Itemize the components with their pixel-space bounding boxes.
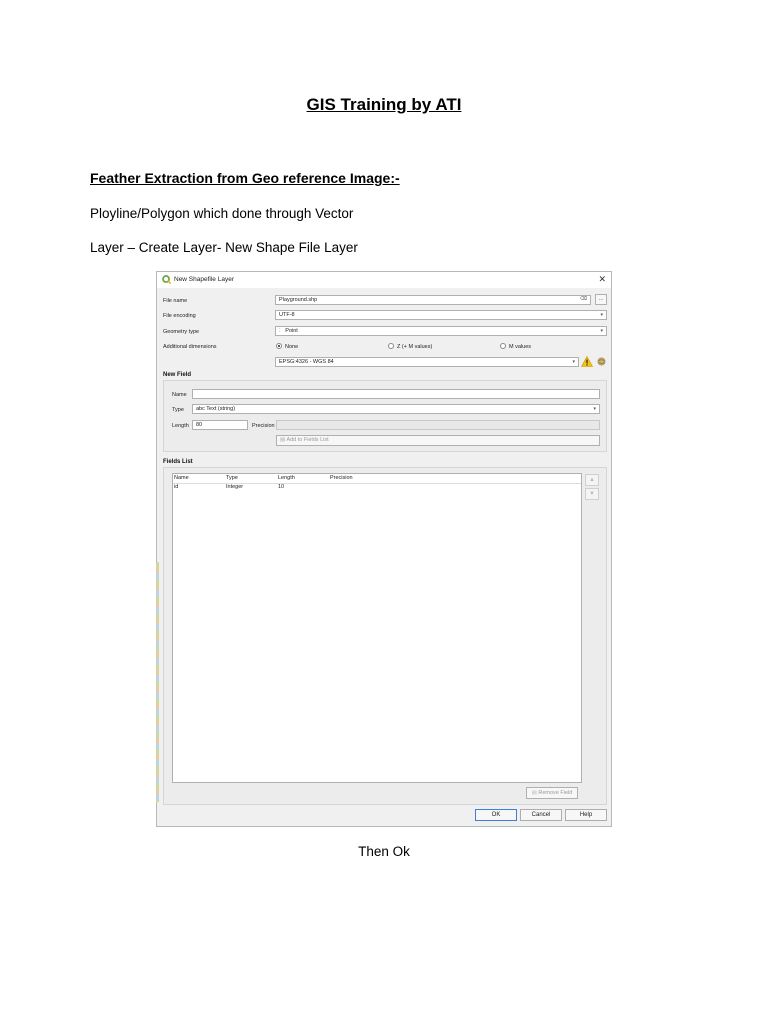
cancel-button[interactable]: Cancel [520, 809, 562, 821]
field-type-select[interactable]: abc Text (string) ▾ [192, 404, 600, 414]
chevron-down-icon: ▾ [572, 359, 575, 365]
field-type-value: abc Text (string) [196, 406, 236, 412]
length-label: Length [172, 423, 189, 429]
column-header-length: Length [278, 475, 295, 481]
row-type: Integer [226, 484, 244, 490]
new-shapefile-layer-dialog: New Shapefile Layer ✕ File name Playgrou… [156, 271, 612, 827]
section-heading: Feather Extraction from Geo reference Im… [90, 170, 400, 186]
field-length-input[interactable]: 80 [192, 420, 248, 430]
document-title: GIS Training by ATI [306, 95, 462, 114]
column-header-type: Type [226, 475, 238, 481]
move-up-button[interactable]: ▲ [585, 474, 599, 486]
chevron-down-icon: ▾ [593, 406, 596, 412]
fields-list-group: Name Type Length Precision id Integer 10… [163, 467, 607, 805]
caption-then-ok: Then Ok [358, 844, 410, 859]
background-map-strip [156, 562, 159, 802]
type-label: Type [172, 407, 184, 413]
crs-select[interactable]: EPSG:4326 - WGS 84 ▾ [275, 357, 579, 367]
arrow-down-icon: ▼ [589, 491, 595, 497]
chevron-down-icon: ▾ [600, 328, 603, 334]
add-to-fields-list-button[interactable]: ▤ Add to Fields List [276, 435, 600, 446]
crs-value: EPSG:4326 - WGS 84 [279, 359, 334, 365]
paragraph-create-layer: Layer – Create Layer- New Shape File Lay… [90, 240, 358, 255]
file-name-input[interactable]: Playground.shp ⌫ [275, 295, 591, 305]
point-icon: ⁚ [279, 328, 281, 334]
geometry-type-label: Geometry type [163, 329, 200, 335]
name-label: Name [172, 392, 187, 398]
field-name-input[interactable] [192, 389, 600, 399]
geometry-type-value: Point [285, 328, 298, 334]
dimension-z-radio[interactable] [388, 343, 394, 349]
field-precision-input[interactable] [276, 420, 600, 430]
file-name-value: Playground.shp [279, 297, 318, 303]
file-encoding-label: File encoding [163, 313, 196, 319]
file-encoding-select[interactable]: UTF-8 ▾ [275, 310, 607, 320]
fields-list-table[interactable]: Name Type Length Precision id Integer 10 [172, 473, 582, 783]
paragraph-vector: Ployline/Polygon which done through Vect… [90, 206, 354, 221]
close-icon[interactable]: ✕ [598, 274, 606, 285]
field-length-value: 80 [196, 422, 203, 428]
help-button[interactable]: Help [565, 809, 607, 821]
row-name: id [174, 484, 179, 490]
new-field-heading: New Field [163, 372, 192, 378]
file-encoding-value: UTF-8 [279, 312, 295, 318]
add-to-fields-list-label: Add to Fields List [286, 437, 329, 443]
table-row[interactable]: id Integer 10 [173, 484, 581, 492]
dimension-z-label: Z (+ M values) [397, 344, 433, 350]
file-name-label: File name [163, 298, 188, 304]
qgis-logo-icon [162, 275, 171, 284]
remove-field-icon: ▤ [531, 790, 537, 796]
precision-label: Precision [252, 423, 275, 429]
arrow-up-icon: ▲ [589, 477, 595, 483]
geometry-type-select[interactable]: ⁚ Point ▾ [275, 326, 607, 336]
add-field-icon: ▤ [280, 437, 286, 443]
dimension-none-label: None [285, 344, 299, 350]
dimension-m-radio[interactable] [500, 343, 506, 349]
row-length: 10 [278, 484, 285, 490]
remove-field-button[interactable]: ▤ Remove Field [526, 787, 578, 799]
column-header-precision: Precision [330, 475, 353, 481]
dialog-title-bar: New Shapefile Layer ✕ [157, 272, 611, 288]
dialog-title: New Shapefile Layer [174, 276, 234, 283]
ok-button[interactable]: OK [475, 809, 517, 821]
fields-list-heading: Fields List [163, 459, 193, 465]
move-down-button[interactable]: ▼ [585, 488, 599, 500]
clear-text-icon[interactable]: ⌫ [580, 296, 587, 303]
fields-list-header: Name Type Length Precision [173, 474, 581, 484]
browse-button[interactable]: ... [595, 294, 607, 305]
remove-field-label: Remove Field [538, 790, 573, 796]
crs-selector-icon[interactable] [597, 357, 606, 366]
additional-dimensions-label: Additional dimensions [163, 344, 217, 350]
dimension-none-radio[interactable] [276, 343, 282, 349]
warning-icon [581, 356, 593, 367]
dimension-m-label: M values [509, 344, 532, 350]
new-field-group: Name Type abc Text (string) ▾ Length 80 … [163, 380, 607, 452]
column-header-name: Name [174, 475, 189, 481]
chevron-down-icon: ▾ [600, 312, 603, 318]
